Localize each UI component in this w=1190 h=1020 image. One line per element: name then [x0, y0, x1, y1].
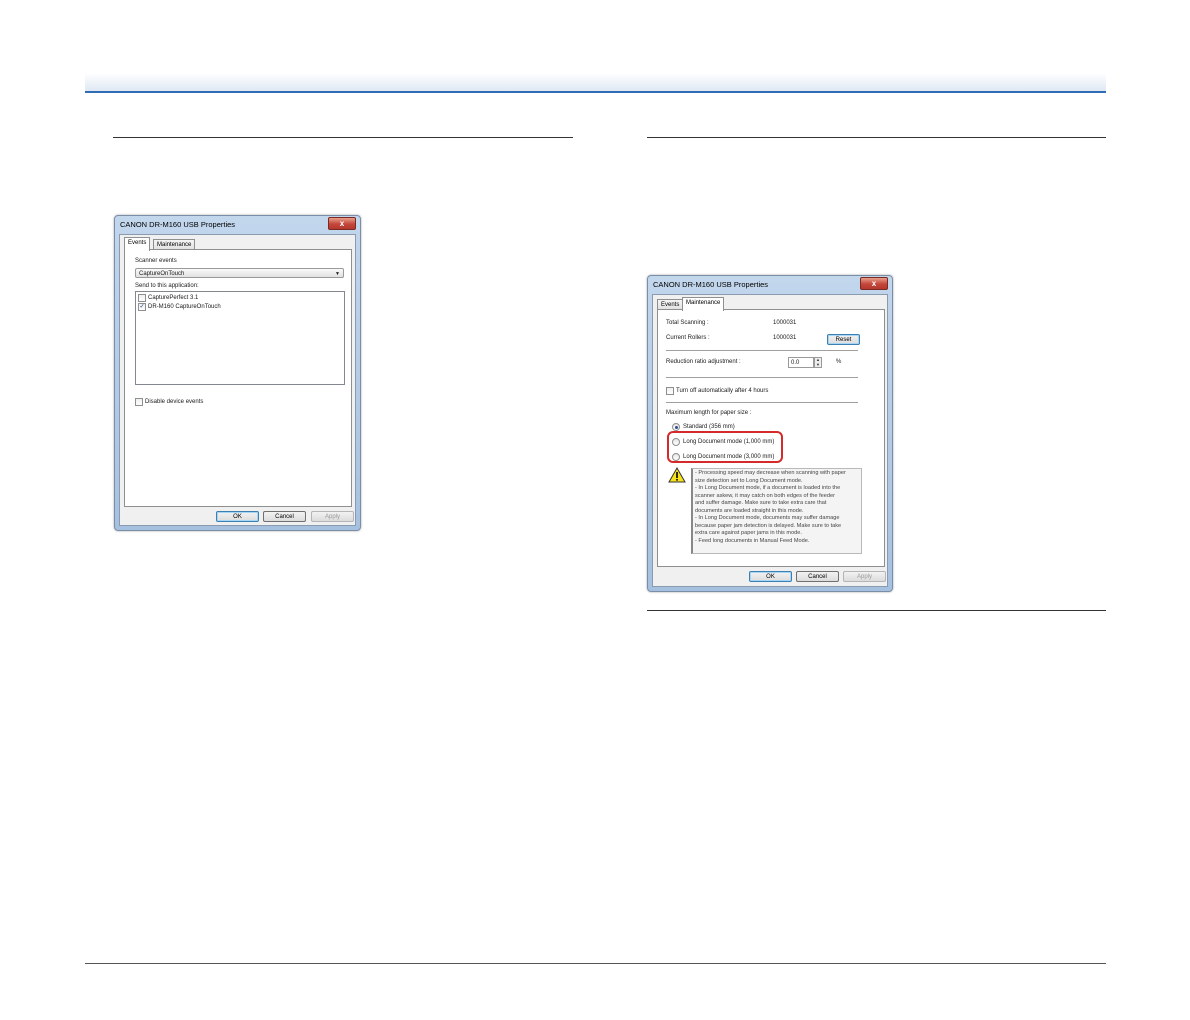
page-header-band	[85, 73, 1106, 93]
warning-line: scanner askew, it may catch on both edge…	[695, 492, 835, 499]
cancel-button[interactable]: Cancel	[263, 511, 306, 522]
warning-line: documents are loaded straight in this mo…	[695, 507, 804, 514]
apply-button[interactable]: Apply	[843, 571, 886, 582]
section-rule-left	[113, 137, 573, 138]
reduction-unit: %	[836, 359, 842, 365]
max-length-label: Maximum length for paper size :	[666, 410, 752, 416]
reduction-ratio-label: Reduction ratio adjustment :	[666, 359, 741, 365]
title-bar[interactable]: CANON DR-M160 USB Properties x	[115, 216, 360, 234]
dialog-client-area: Events Maintenance Total Scanning : 1000…	[652, 294, 888, 587]
chevron-down-icon: ▼	[335, 271, 340, 277]
close-button[interactable]: x	[860, 277, 888, 290]
total-scanning-label: Total Scanning :	[666, 320, 709, 326]
tab-events[interactable]: Events	[124, 237, 151, 251]
section-rule-right-lower	[647, 610, 1106, 611]
close-icon: x	[339, 219, 345, 228]
radio-standard[interactable]: Standard (356 mm)	[672, 423, 735, 431]
disable-events-checkbox[interactable]: Disable device events	[135, 398, 203, 406]
checkbox[interactable]	[666, 387, 674, 395]
title-bar[interactable]: CANON DR-M160 USB Properties x	[648, 276, 892, 294]
radio-selected[interactable]	[672, 423, 680, 431]
scanner-events-value: CaptureOnTouch	[139, 271, 185, 277]
warning-line: - In Long Document mode, if a document i…	[695, 485, 841, 491]
application-list[interactable]: CapturePerfect 3.1 ✓ DR-M160 CaptureOnTou…	[135, 291, 345, 385]
ok-button[interactable]: OK	[749, 571, 792, 582]
warning-line: - Processing speed may decrease when sca…	[695, 470, 846, 476]
list-item[interactable]: CapturePerfect 3.1	[138, 294, 198, 302]
warning-line: - Feed long documents in Manual Feed Mod…	[695, 537, 810, 544]
ok-button[interactable]: OK	[216, 511, 259, 522]
close-icon: x	[871, 279, 877, 288]
warning-line: because paper jam detection is delayed. …	[695, 522, 842, 529]
warning-line: - In Long Document mode, documents may s…	[695, 515, 840, 521]
warning-line: and suffer damage. Make sure to take ext…	[695, 500, 827, 506]
footer-rule	[85, 963, 1106, 964]
checkbox[interactable]	[138, 294, 146, 302]
reduction-ratio-input[interactable]: 0.0	[788, 357, 814, 368]
list-item[interactable]: ✓ DR-M160 CaptureOnTouch	[138, 303, 221, 311]
highlight-outline	[667, 431, 783, 463]
dialog-title: CANON DR-M160 USB Properties	[120, 220, 236, 229]
current-rollers-value: 1000031	[773, 335, 797, 341]
cancel-button[interactable]: Cancel	[796, 571, 839, 582]
tab-panel-events: Scanner events CaptureOnTouch ▼ Send to …	[124, 249, 352, 507]
close-button[interactable]: x	[328, 217, 356, 230]
send-to-label: Send to this application:	[135, 283, 199, 289]
apply-button[interactable]: Apply	[311, 511, 354, 522]
properties-dialog-maintenance: CANON DR-M160 USB Properties x Events Ma…	[647, 275, 893, 592]
checkbox-checked[interactable]: ✓	[138, 303, 146, 311]
current-rollers-label: Current Rollers :	[666, 335, 710, 341]
warning-line: extra care against paper jams in this mo…	[695, 530, 802, 536]
dialog-client-area: Events Maintenance Scanner events Captur…	[119, 234, 356, 526]
scanner-events-label: Scanner events	[135, 258, 177, 264]
tab-maintenance[interactable]: Maintenance	[682, 297, 725, 311]
checkbox[interactable]	[135, 398, 143, 406]
scanner-events-dropdown[interactable]: CaptureOnTouch ▼	[135, 268, 344, 278]
properties-dialog-events: CANON DR-M160 USB Properties x Events Ma…	[114, 215, 361, 531]
divider	[666, 350, 858, 351]
section-rule-right	[647, 137, 1106, 138]
tab-panel-maintenance: Total Scanning : 1000031 Current Rollers…	[657, 309, 885, 567]
warning-message: - Processing speed may decrease when sca…	[691, 468, 862, 554]
warning-line: size detection set to Long Document mode…	[695, 477, 803, 484]
reduction-ratio-stepper[interactable]: ▲ ▼	[814, 357, 822, 368]
total-scanning-value: 1000031	[773, 320, 797, 326]
warning-icon	[668, 467, 686, 483]
divider	[666, 377, 858, 378]
reset-button[interactable]: Reset	[827, 334, 860, 345]
turn-off-checkbox[interactable]: Turn off automatically after 4 hours	[666, 387, 768, 395]
divider	[666, 402, 858, 403]
dialog-title: CANON DR-M160 USB Properties	[653, 280, 769, 289]
chevron-down-icon[interactable]: ▼	[815, 362, 821, 368]
